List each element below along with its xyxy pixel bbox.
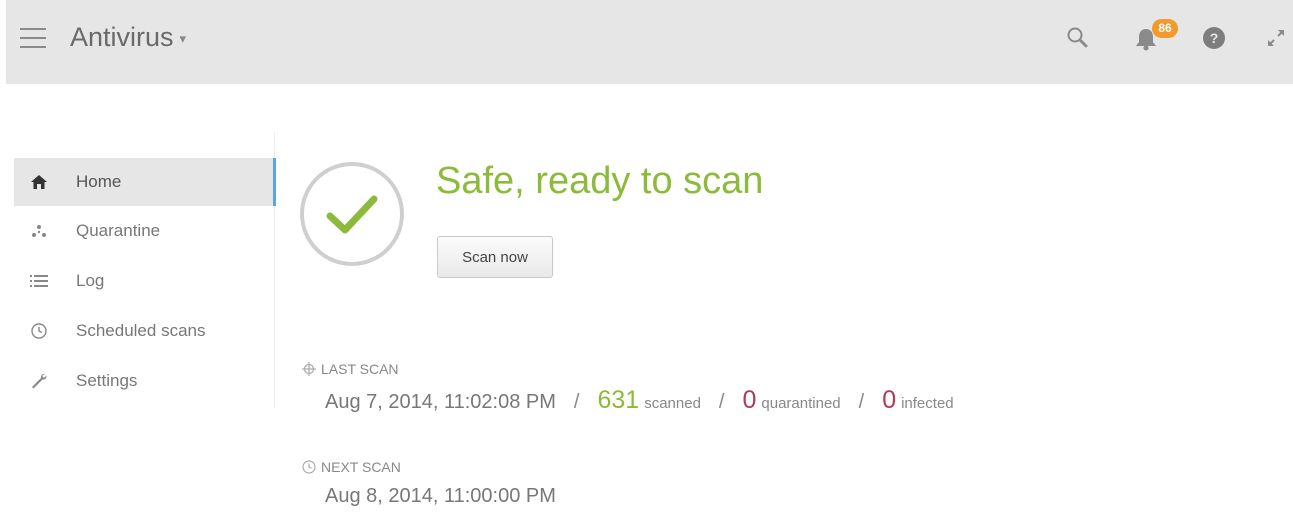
sidebar-item-log[interactable]: Log [14, 256, 276, 306]
wrench-icon [28, 370, 50, 392]
sidebar-item-settings[interactable]: Settings [14, 356, 276, 406]
home-icon [28, 171, 50, 193]
scanned-label: scanned [644, 395, 701, 412]
clock-icon [302, 460, 316, 474]
sidebar-item-quarantine[interactable]: Quarantine [14, 206, 276, 256]
safe-status-badge [300, 162, 404, 266]
sidebar-item-label: Scheduled scans [76, 321, 206, 340]
checkmark-icon [326, 195, 378, 234]
clock-icon [28, 320, 50, 342]
hamburger-icon[interactable] [20, 28, 46, 50]
next-scan-datetime: Aug 8, 2014, 11:00:00 PM [325, 485, 556, 507]
scan-now-button[interactable]: Scan now [437, 236, 553, 278]
help-icon[interactable]: ? [1202, 26, 1226, 55]
app-title: Antivirus [70, 22, 174, 52]
last-scan-summary: Aug 7, 2014, 11:02:08 PM / 631 scanned /… [325, 386, 954, 415]
sidebar-item-label: Quarantine [76, 221, 161, 240]
sidebar-nav: Home Quarantine Log Scheduled scans Sett… [14, 158, 276, 406]
sidebar-item-label: Log [76, 271, 105, 290]
last-scan-datetime: Aug 7, 2014, 11:02:08 PM [325, 391, 556, 413]
next-scan-label: NEXT SCAN [321, 459, 401, 475]
sidebar-item-label: Home [76, 172, 122, 191]
top-header-bar: Antivirus ▾ 86 ? [6, 0, 1293, 84]
last-scan-heading: LAST SCAN [302, 361, 399, 377]
separator: / [573, 391, 580, 413]
quarantine-icon [28, 220, 50, 242]
search-icon[interactable] [1066, 26, 1090, 55]
expand-icon[interactable] [1264, 26, 1288, 55]
next-scan-heading: NEXT SCAN [302, 459, 401, 475]
sidebar-item-scheduled-scans[interactable]: Scheduled scans [14, 306, 276, 356]
quarantined-count: 0 [742, 386, 757, 414]
quarantined-label: quarantined [761, 395, 841, 412]
list-icon [28, 270, 50, 292]
status-title: Safe, ready to scan [436, 160, 764, 202]
sidebar-item-label: Settings [76, 371, 138, 390]
sidebar-item-home[interactable]: Home [14, 158, 276, 206]
crosshair-icon [302, 362, 316, 376]
notification-badge: 86 [1152, 19, 1178, 38]
separator: / [718, 391, 725, 413]
chevron-down-icon: ▾ [179, 31, 187, 46]
svg-text:?: ? [1210, 30, 1219, 46]
infected-count: 0 [882, 386, 897, 414]
scanned-count: 631 [597, 386, 640, 414]
infected-label: infected [901, 395, 954, 412]
app-title-dropdown[interactable]: Antivirus ▾ [70, 22, 186, 53]
separator: / [858, 391, 865, 413]
last-scan-label: LAST SCAN [321, 361, 399, 377]
